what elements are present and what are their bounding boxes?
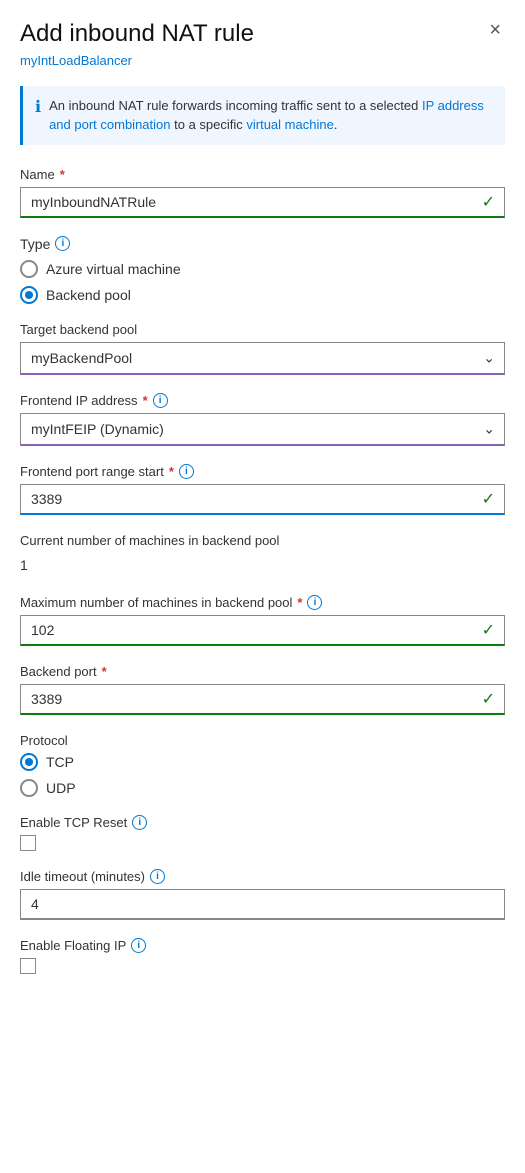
backend-port-label-text: Backend port xyxy=(20,664,97,679)
current-machines-value: 1 xyxy=(20,553,505,577)
current-machines-label: Current number of machines in backend po… xyxy=(20,533,505,548)
panel-subtitle: myIntLoadBalancer xyxy=(20,53,505,68)
backend-port-input[interactable] xyxy=(20,684,505,715)
idle-timeout-input-wrapper xyxy=(20,889,505,920)
current-machines-label-text: Current number of machines in backend po… xyxy=(20,533,279,548)
name-label: Name * xyxy=(20,167,505,182)
frontend-port-range-label-text: Frontend port range start xyxy=(20,464,164,479)
idle-timeout-label: Idle timeout (minutes) i xyxy=(20,869,505,884)
backend-port-label: Backend port * xyxy=(20,664,505,679)
enable-floating-ip-label-text: Enable Floating IP xyxy=(20,938,126,953)
type-radio-group: Azure virtual machine Backend pool xyxy=(20,260,505,304)
backend-port-check-icon: ✓ xyxy=(482,689,495,709)
frontend-port-range-group: Frontend port range start * i ✓ xyxy=(20,464,505,515)
info-banner-icon: ℹ xyxy=(35,97,41,117)
frontend-ip-dropdown-wrapper: myIntFEIP (Dynamic) ⌄ xyxy=(20,413,505,446)
max-machines-input-wrapper: ✓ xyxy=(20,615,505,646)
frontend-port-range-info-icon[interactable]: i xyxy=(179,464,194,479)
protocol-label-text: Protocol xyxy=(20,733,68,748)
name-required-marker: * xyxy=(60,167,65,182)
add-nat-rule-panel: Add inbound NAT rule × myIntLoadBalancer… xyxy=(0,0,525,1022)
frontend-ip-group: Frontend IP address * i myIntFEIP (Dynam… xyxy=(20,393,505,446)
protocol-tcp-radio[interactable] xyxy=(20,753,38,771)
target-backend-pool-select[interactable]: myBackendPool xyxy=(20,342,505,375)
enable-tcp-reset-checkbox[interactable] xyxy=(20,835,36,851)
frontend-ip-label-text: Frontend IP address xyxy=(20,393,138,408)
enable-tcp-reset-checkbox-item[interactable] xyxy=(20,835,505,851)
enable-tcp-reset-label: Enable TCP Reset i xyxy=(20,815,505,830)
enable-tcp-reset-group: Enable TCP Reset i xyxy=(20,815,505,851)
protocol-udp-label: UDP xyxy=(46,780,76,796)
protocol-group: Protocol TCP UDP xyxy=(20,733,505,797)
idle-timeout-info-icon[interactable]: i xyxy=(150,869,165,884)
current-machines-group: Current number of machines in backend po… xyxy=(20,533,505,577)
target-backend-pool-label: Target backend pool xyxy=(20,322,505,337)
backend-port-group: Backend port * ✓ xyxy=(20,664,505,715)
idle-timeout-label-text: Idle timeout (minutes) xyxy=(20,869,145,884)
type-azure-vm-radio[interactable] xyxy=(20,260,38,278)
close-button[interactable]: × xyxy=(485,20,505,40)
info-banner: ℹ An inbound NAT rule forwards incoming … xyxy=(20,86,505,145)
frontend-port-range-label: Frontend port range start * i xyxy=(20,464,505,479)
protocol-udp-radio[interactable] xyxy=(20,779,38,797)
enable-floating-ip-label: Enable Floating IP i xyxy=(20,938,505,953)
type-label-text: Type xyxy=(20,236,50,252)
max-machines-required-marker: * xyxy=(297,595,302,610)
target-backend-pool-label-text: Target backend pool xyxy=(20,322,137,337)
frontend-ip-required-marker: * xyxy=(143,393,148,408)
enable-floating-ip-info-icon[interactable]: i xyxy=(131,938,146,953)
name-label-text: Name xyxy=(20,167,55,182)
idle-timeout-group: Idle timeout (minutes) i xyxy=(20,869,505,920)
frontend-port-range-input-wrapper: ✓ xyxy=(20,484,505,515)
protocol-label: Protocol xyxy=(20,733,505,748)
idle-timeout-input[interactable] xyxy=(20,889,505,920)
max-machines-group: Maximum number of machines in backend po… xyxy=(20,595,505,646)
protocol-tcp-option[interactable]: TCP xyxy=(20,753,505,771)
enable-floating-ip-checkbox-item[interactable] xyxy=(20,958,505,974)
panel-title: Add inbound NAT rule xyxy=(20,20,254,49)
info-highlight2: virtual machine xyxy=(246,117,333,132)
protocol-tcp-label: TCP xyxy=(46,754,74,770)
info-banner-text: An inbound NAT rule forwards incoming tr… xyxy=(49,96,493,135)
max-machines-input[interactable] xyxy=(20,615,505,646)
protocol-udp-option[interactable]: UDP xyxy=(20,779,505,797)
frontend-ip-info-icon[interactable]: i xyxy=(153,393,168,408)
backend-port-required-marker: * xyxy=(102,664,107,679)
frontend-port-range-check-icon: ✓ xyxy=(482,489,495,509)
name-input[interactable] xyxy=(20,187,505,218)
frontend-port-range-required-marker: * xyxy=(169,464,174,479)
type-azure-vm-label: Azure virtual machine xyxy=(46,261,181,277)
frontend-ip-label: Frontend IP address * i xyxy=(20,393,505,408)
type-backend-pool-radio[interactable] xyxy=(20,286,38,304)
protocol-radio-group: TCP UDP xyxy=(20,753,505,797)
name-field-group: Name * ✓ xyxy=(20,167,505,218)
target-backend-pool-group: Target backend pool myBackendPool ⌄ xyxy=(20,322,505,375)
name-input-wrapper: ✓ xyxy=(20,187,505,218)
target-backend-pool-dropdown-wrapper: myBackendPool ⌄ xyxy=(20,342,505,375)
type-label-row: Type i xyxy=(20,236,505,252)
enable-tcp-reset-label-text: Enable TCP Reset xyxy=(20,815,127,830)
type-field-group: Type i Azure virtual machine Backend poo… xyxy=(20,236,505,304)
frontend-ip-select[interactable]: myIntFEIP (Dynamic) xyxy=(20,413,505,446)
name-check-icon: ✓ xyxy=(482,192,495,212)
frontend-port-range-input[interactable] xyxy=(20,484,505,515)
type-azure-vm-option[interactable]: Azure virtual machine xyxy=(20,260,505,278)
enable-floating-ip-checkbox[interactable] xyxy=(20,958,36,974)
type-backend-pool-label: Backend pool xyxy=(46,287,131,303)
type-backend-pool-option[interactable]: Backend pool xyxy=(20,286,505,304)
max-machines-check-icon: ✓ xyxy=(482,620,495,640)
max-machines-info-icon[interactable]: i xyxy=(307,595,322,610)
enable-tcp-reset-info-icon[interactable]: i xyxy=(132,815,147,830)
max-machines-label: Maximum number of machines in backend po… xyxy=(20,595,505,610)
max-machines-label-text: Maximum number of machines in backend po… xyxy=(20,595,292,610)
enable-floating-ip-group: Enable Floating IP i xyxy=(20,938,505,974)
panel-header: Add inbound NAT rule × xyxy=(20,20,505,49)
type-info-icon[interactable]: i xyxy=(55,236,70,251)
backend-port-input-wrapper: ✓ xyxy=(20,684,505,715)
